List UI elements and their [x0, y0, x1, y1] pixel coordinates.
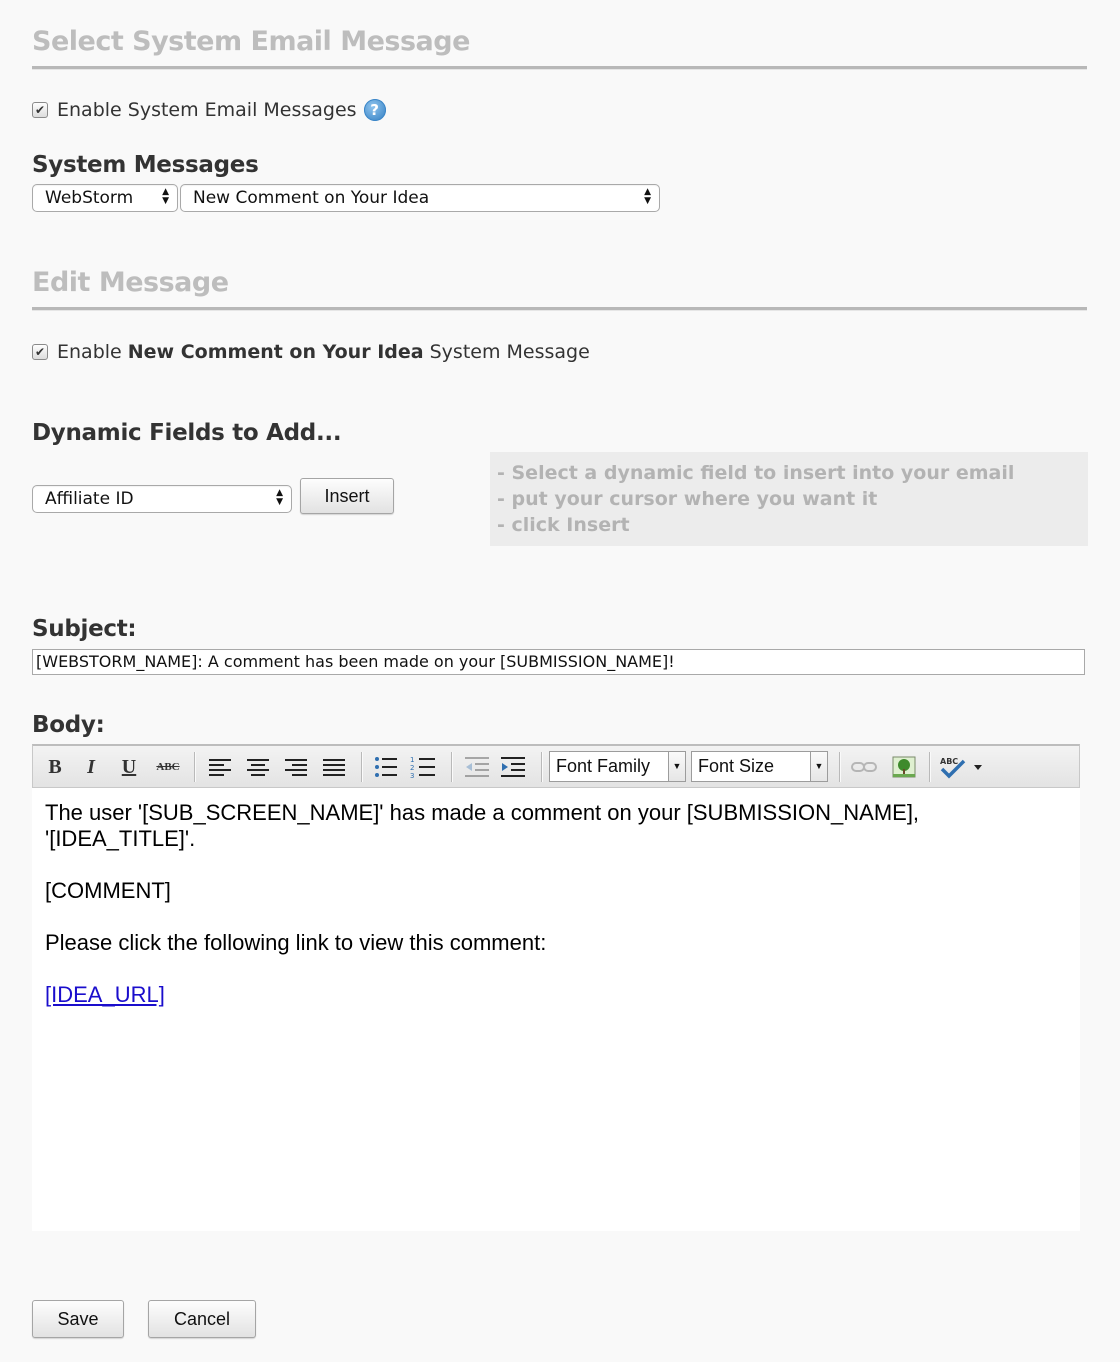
body-label: Body: [32, 712, 105, 738]
font-family-select[interactable]: Font Family ▼ [549, 751, 686, 782]
hint-line: - click Insert [497, 514, 630, 536]
enable-message-name: New Comment on Your Idea [127, 341, 424, 363]
align-left-icon[interactable] [207, 754, 233, 780]
italic-icon[interactable]: I [79, 754, 103, 780]
dynamic-field-select-value: Affiliate ID [45, 489, 134, 509]
svg-text:1: 1 [410, 756, 414, 764]
webstorm-select[interactable]: WebStorm ▲ ▼ [32, 184, 178, 212]
dynamic-fields-heading: Dynamic Fields to Add... [32, 420, 342, 446]
link-icon[interactable] [849, 754, 879, 780]
hint-line: - put your cursor where you want it [497, 488, 878, 510]
select-arrows-icon: ▲ ▼ [644, 187, 651, 206]
editor-toolbar: B I U ABC 123 Font Family ▼ Font Size ▼ [32, 744, 1080, 788]
enable-system-email-label: Enable System Email Messages [57, 99, 357, 121]
save-button[interactable]: Save [32, 1300, 124, 1338]
select-arrows-icon: ▲ ▼ [162, 187, 169, 206]
align-justify-icon[interactable] [321, 754, 347, 780]
enable-message-suffix: System Message [423, 341, 590, 363]
outdent-icon[interactable] [463, 754, 491, 780]
svg-text:3: 3 [410, 772, 414, 778]
align-right-icon[interactable] [283, 754, 309, 780]
subject-label: Subject: [32, 616, 137, 642]
webstorm-select-value: WebStorm [45, 188, 134, 208]
svg-text:2: 2 [410, 764, 414, 772]
font-size-label: Font Size [698, 756, 775, 776]
align-center-icon[interactable] [245, 754, 271, 780]
font-family-label: Font Family [556, 756, 651, 776]
svg-text:ABC: ABC [940, 757, 958, 766]
font-size-select[interactable]: Font Size ▼ [691, 751, 828, 782]
numbered-list-icon[interactable]: 123 [409, 754, 437, 780]
system-message-select[interactable]: New Comment on Your Idea ▲ ▼ [180, 184, 660, 212]
bullet-list-icon[interactable] [373, 754, 399, 780]
enable-system-email-row: ✔ Enable System Email Messages ? [32, 99, 386, 121]
section-title-edit-message: Edit Message [32, 267, 229, 298]
toolbar-separator [839, 752, 841, 782]
section-divider [32, 66, 1087, 70]
toolbar-separator [929, 752, 931, 782]
body-paragraph: [COMMENT] [45, 878, 171, 903]
subject-input[interactable]: [WEBSTORM_NAME]: A comment has been made… [32, 649, 1085, 675]
toolbar-separator [194, 752, 196, 782]
idea-url-link[interactable]: [IDEA_URL] [45, 982, 165, 1007]
chevron-down-icon: ▼ [810, 752, 827, 781]
toolbar-separator [361, 752, 363, 782]
insert-button[interactable]: Insert [300, 478, 394, 514]
image-icon[interactable] [889, 754, 919, 780]
enable-message-row: ✔ Enable New Comment on Your Idea System… [32, 341, 590, 363]
cancel-button[interactable]: Cancel [148, 1300, 256, 1338]
dynamic-field-hint-box: - Select a dynamic field to insert into … [490, 452, 1088, 546]
toolbar-separator [451, 752, 453, 782]
select-arrows-icon: ▲ ▼ [276, 488, 283, 507]
dynamic-field-select[interactable]: Affiliate ID ▲ ▼ [32, 485, 292, 513]
chevron-down-icon: ▼ [668, 752, 685, 781]
enable-system-email-checkbox[interactable]: ✔ [32, 102, 48, 118]
section-title-select-email: Select System Email Message [32, 26, 470, 57]
strikethrough-icon[interactable]: ABC [153, 754, 183, 780]
underline-icon[interactable]: U [117, 754, 141, 780]
system-messages-heading: System Messages [32, 152, 259, 178]
toolbar-separator [541, 752, 543, 782]
body-paragraph: [IDEA_URL] [45, 982, 1067, 1008]
system-message-select-value: New Comment on Your Idea [193, 188, 430, 208]
indent-icon[interactable] [499, 754, 527, 780]
body-paragraph: The user '[SUB_SCREEN_NAME]' has made a … [45, 800, 920, 851]
help-question-icon[interactable]: ? [363, 99, 386, 121]
section-divider [32, 307, 1087, 311]
body-editor[interactable]: The user '[SUB_SCREEN_NAME]' has made a … [32, 788, 1080, 1231]
enable-message-checkbox[interactable]: ✔ [32, 344, 48, 360]
body-paragraph: Please click the following link to view … [45, 930, 547, 955]
enable-message-prefix: Enable [57, 341, 128, 363]
bold-icon[interactable]: B [43, 754, 67, 780]
hint-line: - Select a dynamic field to insert into … [497, 462, 1015, 484]
spellcheck-icon[interactable]: ABC [937, 754, 985, 780]
